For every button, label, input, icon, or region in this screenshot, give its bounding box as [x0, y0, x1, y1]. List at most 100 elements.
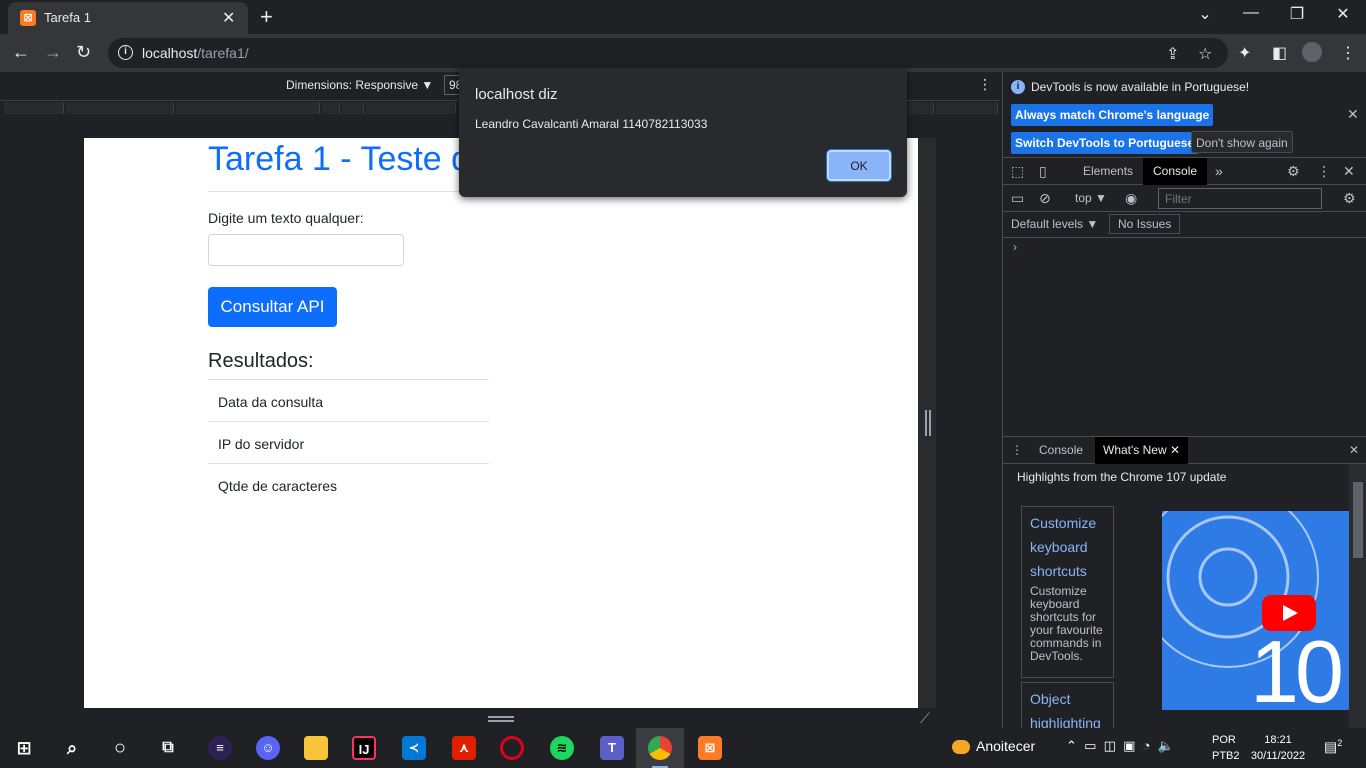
clear-console-icon[interactable]: ⊘ [1039, 190, 1051, 207]
shortcuts-description: Customize keyboard shortcuts for your fa… [1030, 584, 1103, 663]
drawer-tab-whats-new[interactable]: What's New ✕ [1095, 437, 1189, 464]
taskbar-opera[interactable] [488, 728, 536, 768]
youtube-play-icon[interactable] [1262, 595, 1316, 631]
taskbar-chrome[interactable] [636, 728, 684, 768]
dimensions-select[interactable]: Dimensions: Responsive ▼ [286, 78, 433, 92]
drawer-menu-icon[interactable]: ⋮ [1011, 437, 1031, 464]
xampp-favicon-icon: ⊠ [20, 10, 36, 26]
text-input[interactable] [208, 234, 404, 266]
tab-console[interactable]: Console [1143, 158, 1208, 185]
dont-show-again-button[interactable]: Don't show again [1191, 131, 1293, 153]
eclipse-icon: ≡ [208, 736, 232, 760]
console-filter-input[interactable] [1158, 188, 1322, 209]
weather-widget[interactable]: Anoitecer [952, 738, 1035, 755]
pdf-icon: ⋏ [452, 736, 476, 760]
taskbar-vscode[interactable]: ≺ [390, 728, 438, 768]
new-tab-icon[interactable]: + [260, 4, 273, 30]
page-title: Tarefa 1 - Teste d [208, 140, 471, 178]
folder-icon [304, 736, 328, 760]
update-video-thumbnail[interactable]: 10 [1162, 511, 1350, 710]
windows-logo-icon: ⊞ [16, 738, 32, 758]
ok-button[interactable]: OK [826, 149, 892, 182]
menu-icon[interactable]: ⋮ [1340, 43, 1356, 63]
taskbar-eclipse[interactable]: ≡ [196, 728, 244, 768]
taskbar-xampp[interactable]: ⊠ [686, 728, 734, 768]
feature-card-shortcuts: Customize keyboard shortcuts Customize k… [1021, 506, 1114, 678]
site-info-icon[interactable]: i [118, 45, 133, 60]
live-expression-eye-icon[interactable]: ◉ [1125, 190, 1137, 207]
list-item: Data da consulta [208, 379, 489, 421]
bookmark-star-icon[interactable]: ☆ [1198, 44, 1212, 64]
switch-language-button[interactable]: Switch DevTools to Portuguese [1011, 132, 1199, 154]
input-label: Digite um texto qualquer: [208, 210, 364, 226]
more-tabs-icon[interactable]: » [1215, 163, 1223, 179]
system-tray[interactable]: ⌃ ▭ ◫ ▣ ◔ 🔈 [1066, 738, 1174, 754]
infobar-close-icon[interactable]: ✕ [1347, 106, 1359, 123]
devtools-menu-icon[interactable]: ⋮ [1317, 163, 1331, 180]
resize-corner-handle[interactable]: ⟋ [920, 710, 930, 727]
window-close-icon[interactable]: ✕ [1320, 4, 1366, 24]
feature-card-highlighting: Object highlighting [1021, 682, 1114, 732]
issues-button[interactable]: No Issues [1109, 214, 1181, 234]
sidebar-toggle-icon[interactable]: ▭ [1011, 190, 1024, 207]
tab-title: Tarefa 1 [44, 10, 91, 25]
share-icon[interactable]: ⇪ [1166, 44, 1179, 64]
taskbar-acrobat[interactable]: ⋏ [440, 728, 488, 768]
tab-elements[interactable]: Elements [1073, 158, 1143, 185]
resize-height-handle[interactable] [488, 716, 514, 722]
back-icon[interactable]: ← [12, 42, 30, 63]
weather-icon [952, 740, 970, 755]
taskbar-file-explorer[interactable] [292, 728, 340, 768]
minimize-icon[interactable]: — [1228, 4, 1274, 22]
cortana-circle-icon: ○ [113, 737, 127, 759]
taskbar-intellij[interactable]: IJ [340, 728, 388, 768]
clock[interactable]: 18:21 30/11/2022 [1248, 732, 1308, 764]
console-settings-icon[interactable]: ⚙ [1343, 190, 1356, 207]
drawer-scrollbar[interactable] [1349, 464, 1366, 728]
browser-tab[interactable]: ⊠ Tarefa 1 ✕ [8, 2, 248, 34]
consultar-api-button[interactable]: Consultar API [208, 287, 337, 327]
inspect-element-icon[interactable]: ⬚ [1011, 163, 1024, 180]
extensions-icon[interactable]: ✦ [1238, 43, 1251, 63]
context-select[interactable]: top ▼ [1075, 191, 1107, 205]
title-divider [208, 191, 488, 192]
restore-icon[interactable]: ❐ [1274, 4, 1320, 24]
chrome-icon [648, 736, 672, 760]
start-button[interactable]: ⊞ [0, 728, 48, 768]
address-bar[interactable]: i localhost/tarefa1/ ⇪ ☆ [108, 38, 1228, 68]
console-prompt[interactable]: › [1013, 240, 1017, 254]
highlighting-link[interactable]: Object highlighting [1030, 687, 1105, 731]
teams-icon: T [600, 736, 624, 760]
whats-new-panel: Highlights from the Chrome 107 update Cu… [1003, 464, 1366, 732]
drawer-close-icon[interactable]: ✕ [1341, 437, 1366, 464]
devtools-panel: i DevTools is now available in Portugues… [1002, 72, 1366, 732]
search-button[interactable]: ⌕ [48, 728, 96, 768]
language-indicator[interactable]: POR PTB2 [1212, 732, 1240, 764]
taskbar-teams[interactable]: T [588, 728, 636, 768]
match-language-button[interactable]: Always match Chrome's language [1011, 104, 1214, 126]
profile-avatar[interactable] [1302, 42, 1322, 62]
side-panel-icon[interactable]: ◧ [1272, 43, 1287, 63]
cortana-button[interactable]: ○ [96, 728, 144, 768]
device-more-icon[interactable]: ⋮ [978, 76, 992, 93]
devtools-close-icon[interactable]: ✕ [1343, 163, 1355, 180]
xampp-icon: ⊠ [698, 736, 722, 760]
taskbar-discord[interactable]: ☺ [244, 728, 292, 768]
forward-icon[interactable]: → [44, 42, 62, 63]
reload-icon[interactable]: ↻ [76, 42, 91, 63]
notification-center-icon[interactable]: ▤2 [1324, 738, 1342, 756]
resize-width-handle[interactable] [925, 410, 931, 436]
drawer-tab-console[interactable]: Console [1031, 437, 1091, 464]
settings-gear-icon[interactable]: ⚙ [1287, 163, 1300, 180]
default-levels-select[interactable]: Default levels ▼ [1011, 217, 1098, 231]
device-toggle-icon[interactable]: ▯ [1039, 163, 1047, 180]
opera-icon [500, 736, 524, 760]
tab-close-icon[interactable]: ✕ [222, 8, 235, 28]
windows-taskbar: ⊞ ⌕ ○ ⧉ ≡ ☺ IJ ≺ ⋏ ≋ T ⊠ Anoitecer ⌃ ▭ ◫… [0, 728, 1366, 768]
browser-toolbar: ← → ↻ i localhost/tarefa1/ ⇪ ☆ ✦ ◧ ⋮ [0, 34, 1366, 72]
task-view-button[interactable]: ⧉ [144, 728, 192, 768]
shortcuts-link[interactable]: Customize keyboard shortcuts [1030, 511, 1105, 583]
taskbar-spotify[interactable]: ≋ [538, 728, 586, 768]
tab-search-icon[interactable]: ⌄ [1182, 4, 1228, 24]
info-icon: i [1011, 80, 1025, 94]
